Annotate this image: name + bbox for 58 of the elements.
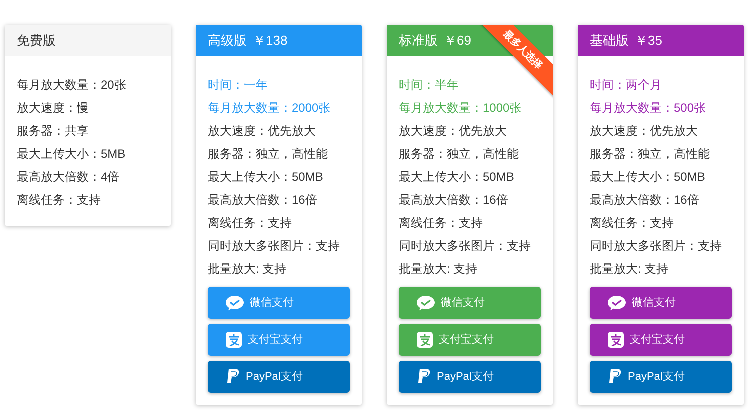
chat-bubble-icon bbox=[417, 296, 435, 310]
payment-button[interactable]: 支付宝支付 bbox=[208, 324, 350, 356]
plan-price: ￥138 bbox=[253, 32, 288, 50]
payment-button[interactable]: 微信支付 bbox=[590, 287, 732, 319]
feature-text: 最高放大倍数：16倍 bbox=[208, 192, 318, 209]
feature-text: 最高放大倍数：16倍 bbox=[590, 192, 700, 209]
alipay-icon bbox=[226, 332, 242, 348]
feature-text: 离线任务：支持 bbox=[590, 215, 675, 232]
feature-text: 服务器：独立，高性能 bbox=[399, 146, 520, 163]
payment-button[interactable]: 支付宝支付 bbox=[399, 324, 541, 356]
paypal-icon bbox=[608, 369, 622, 385]
payment-button[interactable]: PayPal支付 bbox=[590, 361, 732, 393]
feature-text: 最大上传大小：50MB bbox=[208, 169, 324, 186]
plan-name: 免费版 bbox=[17, 32, 56, 50]
feature-text: 时间：两个月 bbox=[590, 77, 663, 94]
alipay-icon bbox=[417, 332, 433, 348]
feature-text: 离线任务：支持 bbox=[399, 215, 484, 232]
feature-text: 离线任务：支持 bbox=[17, 192, 102, 209]
feature-text: 服务器：共享 bbox=[17, 123, 90, 140]
feature-text: 批量放大: 支持 bbox=[590, 261, 670, 278]
plan-price: ￥35 bbox=[635, 32, 662, 50]
feature-text: 放大速度：慢 bbox=[17, 100, 90, 117]
plan-name: 基础版 bbox=[590, 32, 629, 50]
payment-button[interactable]: 微信支付 bbox=[399, 287, 541, 319]
payment-button[interactable]: 微信支付 bbox=[208, 287, 350, 319]
plan-name: 标准版 bbox=[399, 32, 438, 50]
feature-text: 最大上传大小：5MB bbox=[17, 146, 127, 163]
feature-text: 放大速度：优先放大 bbox=[399, 123, 508, 140]
feature-text: 最大上传大小：50MB bbox=[399, 169, 516, 186]
plan-name: 高级版 bbox=[208, 32, 247, 50]
feature-text: 离线任务：支持 bbox=[208, 215, 293, 232]
feature-text: 同时放大多张图片：支持 bbox=[208, 238, 341, 255]
paypal-icon bbox=[226, 369, 240, 385]
feature-text: 服务器：独立，高性能 bbox=[208, 146, 329, 163]
feature-text: 放大速度：优先放大 bbox=[208, 123, 317, 140]
feature-text: 每月放大数量：1000张 bbox=[399, 100, 523, 117]
feature-text: 批量放大: 支持 bbox=[399, 261, 479, 278]
feature-text: 每月放大数量：500张 bbox=[590, 100, 708, 117]
chat-bubble-icon bbox=[608, 296, 626, 310]
feature-text: 同时放大多张图片：支持 bbox=[399, 238, 532, 255]
feature-text: 服务器：独立，高性能 bbox=[590, 146, 711, 163]
feature-text: 最大上传大小：50MB bbox=[590, 169, 706, 186]
feature-text: 同时放大多张图片：支持 bbox=[590, 238, 723, 255]
payment-button[interactable]: PayPal支付 bbox=[399, 361, 541, 393]
feature-text: 每月放大数量：2000张 bbox=[208, 100, 332, 117]
plan-price: ￥69 bbox=[444, 32, 472, 50]
chat-bubble-icon bbox=[226, 296, 244, 310]
feature-text: 批量放大: 支持 bbox=[208, 261, 288, 278]
payment-button[interactable]: PayPal支付 bbox=[208, 361, 350, 393]
feature-text: 最高放大倍数：4倍 bbox=[17, 169, 121, 186]
feature-text: 每月放大数量：20张 bbox=[17, 77, 128, 94]
feature-text: 时间：半年 bbox=[399, 77, 460, 94]
feature-text: 时间：一年 bbox=[208, 77, 269, 94]
alipay-icon bbox=[608, 332, 624, 348]
payment-button[interactable]: 支付宝支付 bbox=[590, 324, 732, 356]
paypal-icon bbox=[417, 369, 431, 385]
feature-text: 放大速度：优先放大 bbox=[590, 123, 699, 140]
feature-text: 最高放大倍数：16倍 bbox=[399, 192, 510, 209]
